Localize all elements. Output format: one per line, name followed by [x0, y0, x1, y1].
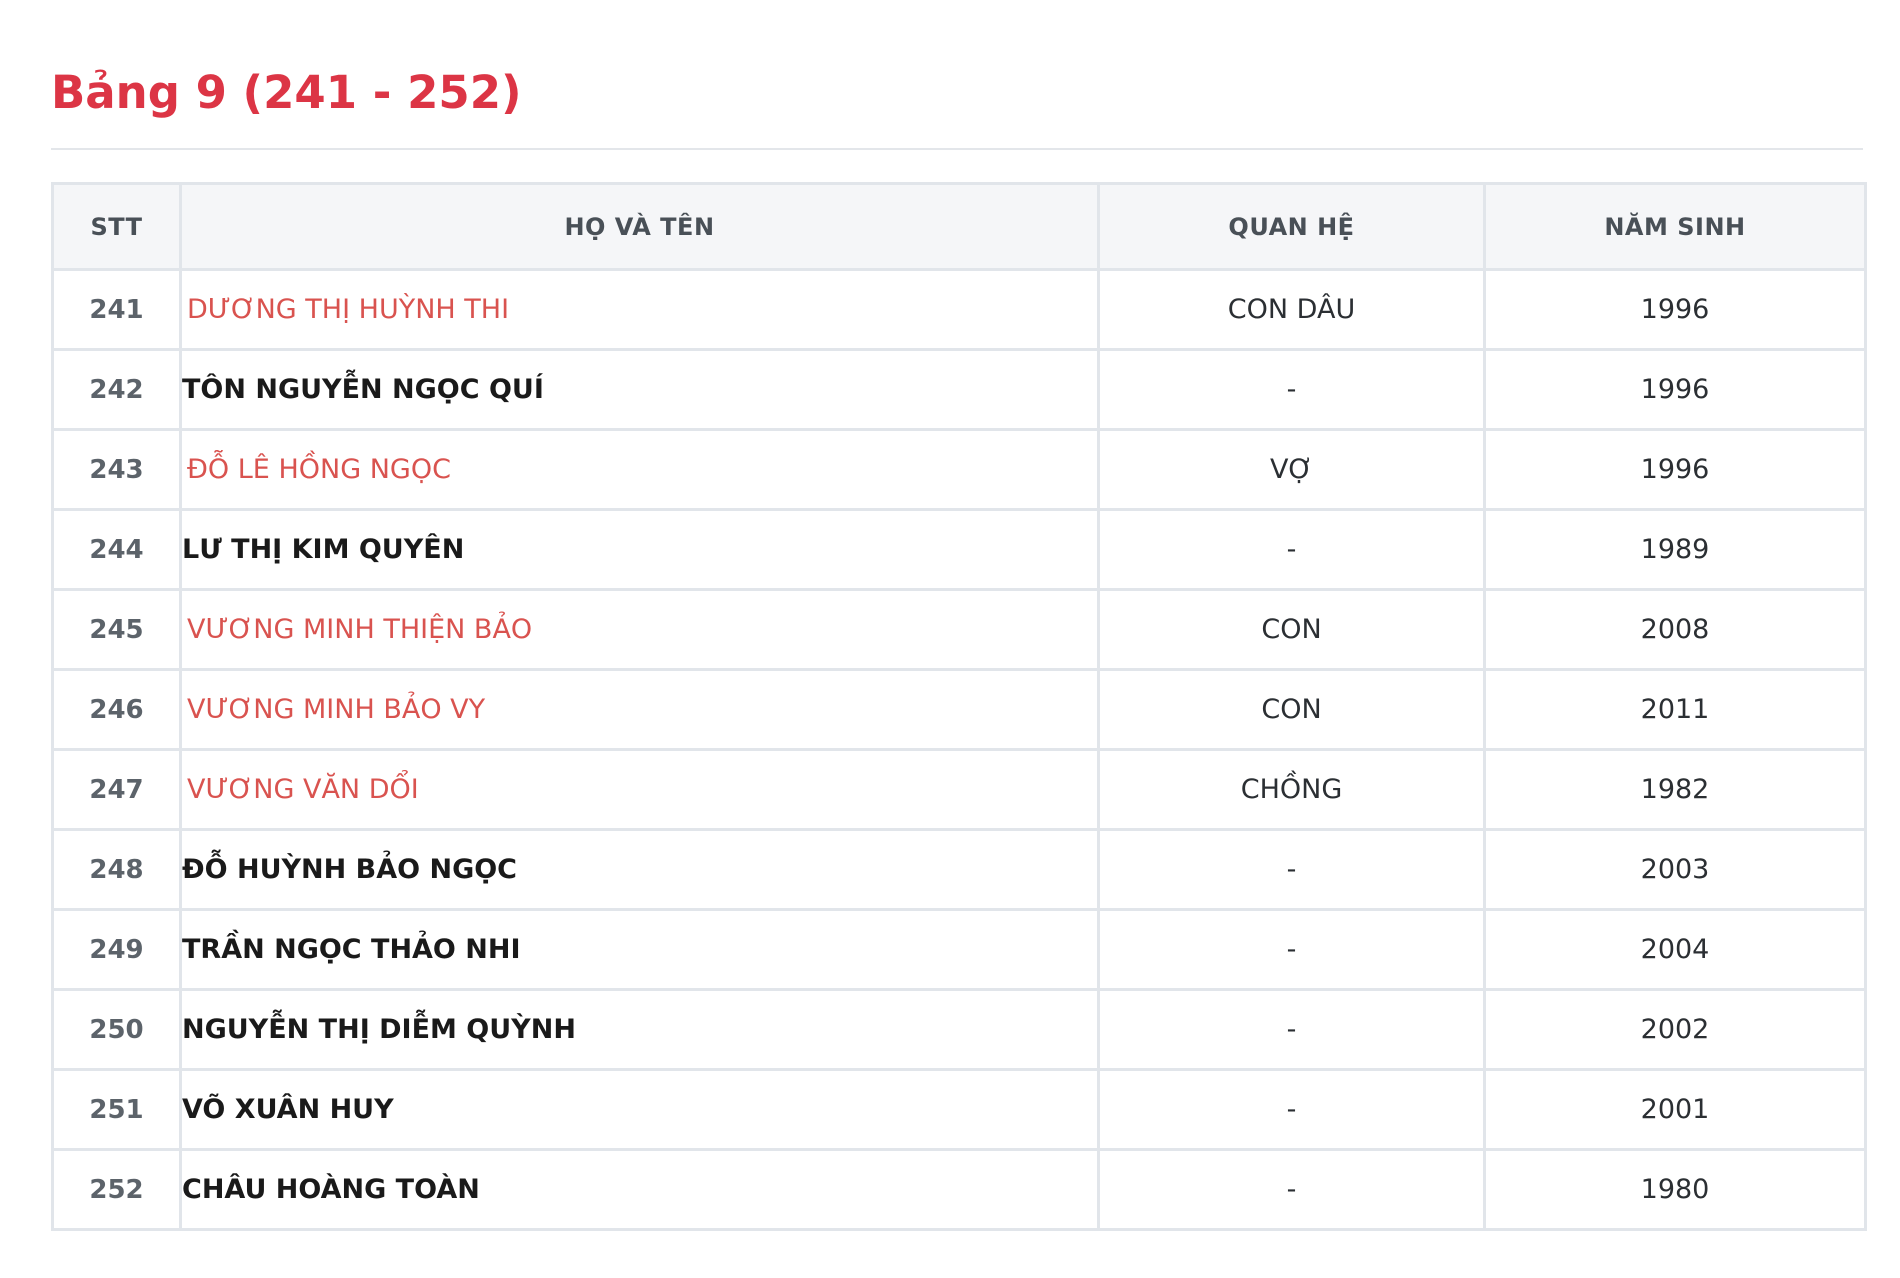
row-name-cell: NGUYỄN THỊ DIỄM QUỲNH	[179, 988, 1100, 1071]
row-relation: CON DÂU	[1097, 268, 1486, 351]
header-name: HỌ VÀ TÊN	[179, 182, 1100, 271]
row-birth-year: 1996	[1483, 428, 1867, 511]
row-relation: VỢ	[1097, 428, 1486, 511]
row-birth-year: 2011	[1483, 668, 1867, 751]
page: Bảng 9 (241 - 252) STT HỌ VÀ TÊN QUAN HỆ…	[0, 0, 1900, 1278]
header-relation: QUAN HỆ	[1097, 182, 1486, 271]
row-stt: 245	[51, 588, 182, 671]
row-stt: 246	[51, 668, 182, 751]
table-row: 242 TÔN NGUYỄN NGỌC QUÍ -1996	[51, 348, 1867, 431]
table-row: 243 ĐỖ LÊ HỒNG NGỌC VỢ 1996	[51, 428, 1867, 511]
row-name-cell: VƯƠNG MINH THIỆN BẢO	[179, 588, 1100, 671]
row-relation: CHỒNG	[1097, 748, 1486, 831]
row-birth-year: 1996	[1483, 268, 1867, 351]
row-name-cell: ĐỖ LÊ HỒNG NGỌC	[179, 428, 1100, 511]
row-name-cell: VÕ XUÂN HUY	[179, 1068, 1100, 1151]
row-relation: -	[1097, 508, 1486, 591]
row-stt: 248	[51, 828, 182, 911]
row-relation: -	[1097, 988, 1486, 1071]
row-relation: -	[1097, 1068, 1486, 1151]
table-row: 241 DƯƠNG THỊ HUỲNH THI CON DÂU 1996	[51, 268, 1867, 351]
table-row: 244 LƯ THỊ KIM QUYÊN -1989	[51, 508, 1867, 591]
row-name-cell: TÔN NGUYỄN NGỌC QUÍ	[179, 348, 1100, 431]
table-body: 241 DƯƠNG THỊ HUỲNH THI CON DÂU 1996 242 TÔN …	[51, 268, 1867, 1231]
row-stt: 241	[51, 268, 182, 351]
page-title: Bảng 9 (241 - 252)	[51, 66, 522, 119]
member-name: ĐỖ LÊ HỒNG NGỌC	[187, 454, 451, 485]
row-birth-year: 2002	[1483, 988, 1867, 1071]
person-name: TRẦN NGỌC THẢO NHI	[182, 934, 521, 965]
table-row: 249 TRẦN NGỌC THẢO NHI -2004	[51, 908, 1867, 991]
row-stt: 249	[51, 908, 182, 991]
row-stt: 247	[51, 748, 182, 831]
table-row: 245 VƯƠNG MINH THIỆN BẢO CON 2008	[51, 588, 1867, 671]
title-divider	[51, 148, 1863, 150]
row-name-cell: CHÂU HOÀNG TOÀN	[179, 1148, 1100, 1231]
row-birth-year: 2001	[1483, 1068, 1867, 1151]
person-name: CHÂU HOÀNG TOÀN	[182, 1174, 480, 1205]
person-name: TÔN NGUYỄN NGỌC QUÍ	[182, 374, 544, 405]
row-stt: 244	[51, 508, 182, 591]
row-birth-year: 2008	[1483, 588, 1867, 671]
row-relation: -	[1097, 828, 1486, 911]
row-stt: 252	[51, 1148, 182, 1231]
member-name: VƯƠNG MINH BẢO VY	[187, 694, 486, 725]
member-name: VƯƠNG VĂN DỔI	[187, 774, 419, 805]
table-row: 247 VƯƠNG VĂN DỔI CHỒNG 1982	[51, 748, 1867, 831]
header-stt: STT	[51, 182, 182, 271]
row-birth-year: 2004	[1483, 908, 1867, 991]
table-row: 251 VÕ XUÂN HUY -2001	[51, 1068, 1867, 1151]
table-header-row: STT HỌ VÀ TÊN QUAN HỆ NĂM SINH	[51, 182, 1867, 271]
person-name: ĐỖ HUỲNH BẢO NGỌC	[182, 854, 518, 885]
header-birth-year: NĂM SINH	[1483, 182, 1867, 271]
person-name: VÕ XUÂN HUY	[182, 1094, 394, 1125]
row-relation: CON	[1097, 588, 1486, 671]
person-name: NGUYỄN THỊ DIỄM QUỲNH	[182, 1014, 576, 1045]
row-name-cell: TRẦN NGỌC THẢO NHI	[179, 908, 1100, 991]
member-name: DƯƠNG THỊ HUỲNH THI	[187, 294, 510, 325]
row-name-cell: VƯƠNG VĂN DỔI	[179, 748, 1100, 831]
row-birth-year: 2003	[1483, 828, 1867, 911]
member-name: VƯƠNG MINH THIỆN BẢO	[187, 614, 533, 645]
row-birth-year: 1980	[1483, 1148, 1867, 1231]
row-birth-year: 1996	[1483, 348, 1867, 431]
row-stt: 250	[51, 988, 182, 1071]
row-name-cell: DƯƠNG THỊ HUỲNH THI	[179, 268, 1100, 351]
row-birth-year: 1982	[1483, 748, 1867, 831]
row-name-cell: ĐỖ HUỲNH BẢO NGỌC	[179, 828, 1100, 911]
table-row: 248 ĐỖ HUỲNH BẢO NGỌC -2003	[51, 828, 1867, 911]
row-relation: -	[1097, 908, 1486, 991]
row-relation: -	[1097, 1148, 1486, 1231]
row-name-cell: LƯ THỊ KIM QUYÊN	[179, 508, 1100, 591]
row-stt: 251	[51, 1068, 182, 1151]
row-stt: 243	[51, 428, 182, 511]
person-name: LƯ THỊ KIM QUYÊN	[182, 534, 465, 565]
table-row: 252 CHÂU HOÀNG TOÀN -1980	[51, 1148, 1867, 1231]
row-relation: CON	[1097, 668, 1486, 751]
table-row: 246 VƯƠNG MINH BẢO VY CON 2011	[51, 668, 1867, 751]
row-stt: 242	[51, 348, 182, 431]
table-row: 250 NGUYỄN THỊ DIỄM QUỲNH -2002	[51, 988, 1867, 1071]
row-birth-year: 1989	[1483, 508, 1867, 591]
row-relation: -	[1097, 348, 1486, 431]
household-table: STT HỌ VÀ TÊN QUAN HỆ NĂM SINH 241 DƯƠNG …	[51, 182, 1867, 1231]
row-name-cell: VƯƠNG MINH BẢO VY	[179, 668, 1100, 751]
